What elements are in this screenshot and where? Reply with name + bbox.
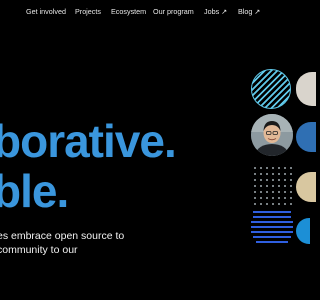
- nav-projects[interactable]: Projects: [75, 7, 101, 16]
- horizontal-lines-graphic: [251, 211, 293, 243]
- partial-photo-tile: [296, 122, 316, 152]
- top-navigation: › Get involved Projects Ecosystem Our pr…: [0, 0, 300, 26]
- hero-description-line-2: community to our: [0, 244, 78, 256]
- hero-headline-line-2: ble.: [0, 165, 69, 217]
- partial-photo-tile: [296, 72, 316, 106]
- nav-jobs-link[interactable]: Jobs ↗: [204, 7, 227, 17]
- hero-headline-line-1: borative.: [0, 115, 177, 167]
- external-link-icon: ↗: [254, 9, 261, 16]
- striped-circle-graphic: [251, 69, 291, 109]
- person-avatar: [251, 114, 293, 156]
- dot-grid-graphic: [252, 165, 292, 205]
- nav-our-program[interactable]: Our program: [153, 7, 194, 16]
- person-avatar-icon: [251, 114, 293, 156]
- nav-ecosystem[interactable]: Ecosystem: [111, 7, 146, 16]
- external-link-icon: ↗: [221, 9, 228, 16]
- nav-blog-link[interactable]: Blog ↗: [238, 7, 260, 17]
- partial-photo-tile: [296, 172, 316, 202]
- partial-photo-tile: [296, 218, 310, 244]
- nav-get-involved[interactable]: Get involved: [26, 7, 66, 16]
- hero-description-line-1: es embrace open source to: [0, 230, 125, 242]
